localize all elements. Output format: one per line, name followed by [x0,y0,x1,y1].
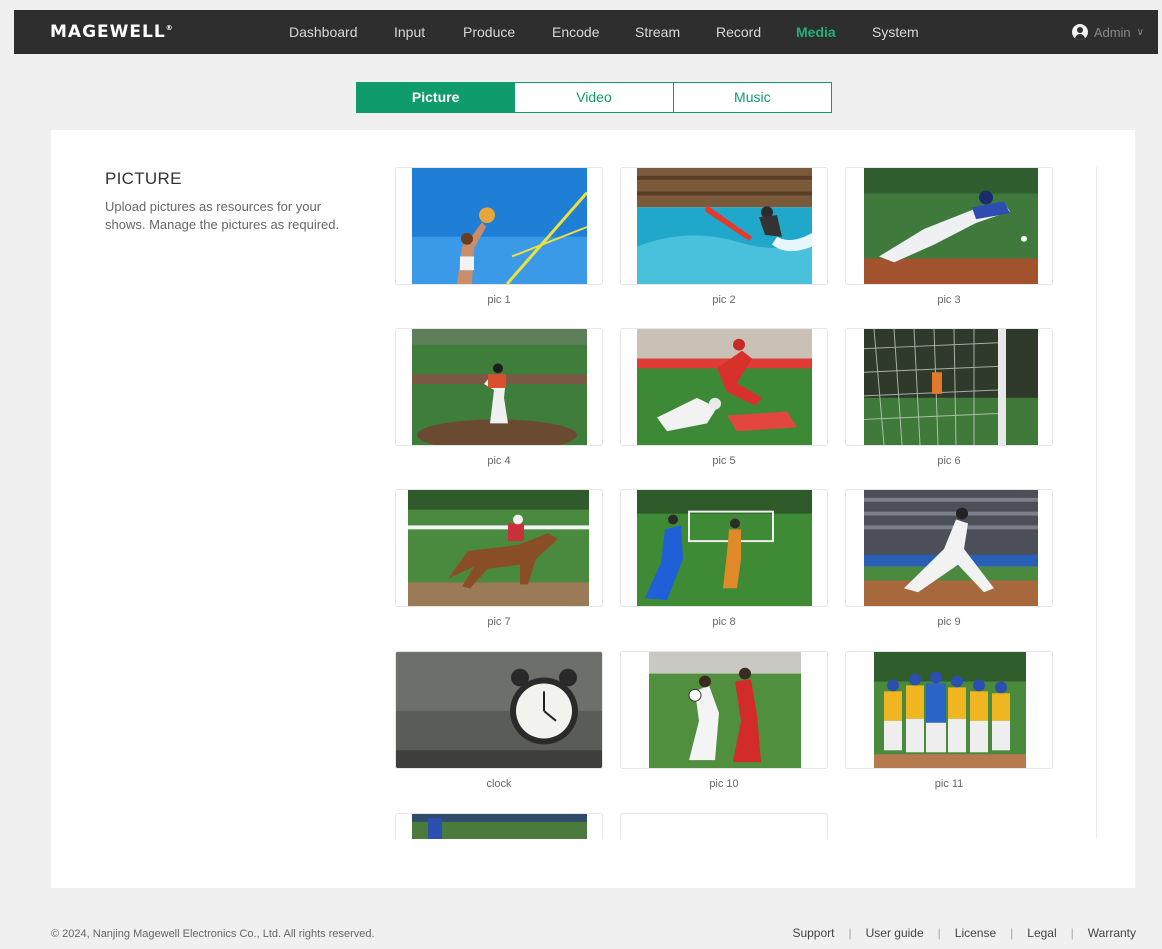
picture-tile[interactable] [620,328,828,446]
chevron-down-icon: ∨ [1136,26,1144,38]
picture-tile[interactable] [845,167,1053,285]
football-tackle-image [637,329,812,445]
legal-link[interactable]: Legal [1027,926,1056,940]
alarm-clock-image [396,652,602,768]
baseball-dive-image [864,168,1038,284]
user-name: Admin [1093,24,1131,40]
picture-caption: pic 3 [937,294,961,306]
picture-tile[interactable] [845,328,1053,446]
partial-image [412,814,587,839]
picture-tile[interactable] [620,489,828,607]
nav-produce[interactable]: Produce [463,10,515,54]
picture-tile[interactable] [395,489,603,607]
surfing-image [637,168,812,284]
footer-separator: | [848,926,852,940]
section-title: PICTURE [105,169,182,188]
user-icon [1071,24,1088,40]
nav-dashboard[interactable]: Dashboard [289,10,358,54]
tab-video[interactable]: Video [515,83,674,112]
user-menu[interactable]: Admin ∨ [1071,10,1144,54]
picture-tile[interactable] [395,813,603,839]
picture-caption: pic 6 [937,455,961,467]
user-guide-link[interactable]: User guide [866,926,924,940]
picture-caption: clock [486,778,512,790]
picture-tile[interactable] [845,651,1053,769]
nav-system[interactable]: System [872,10,919,54]
picture-tile[interactable] [845,489,1053,607]
footer-separator: | [1070,926,1074,940]
picture-caption: pic 4 [487,455,511,467]
picture-grid[interactable]: pic 1 pic 2 pic 3 pic 4 pic 5 pic 6 pic … [395,167,1095,839]
picture-caption: pic 11 [934,778,964,790]
nav-encode[interactable]: Encode [552,10,599,54]
picture-tile[interactable] [620,651,828,769]
section-description: Upload pictures as resources for your sh… [105,199,340,232]
tab-music[interactable]: Music [673,83,831,112]
tab-picture[interactable]: Picture [357,83,516,112]
picture-panel: PICTURE Upload pictures as resources for… [51,130,1135,888]
license-link[interactable]: License [955,926,996,940]
soccer-match-image [637,490,812,606]
footer-separator: | [1010,926,1014,940]
picture-caption: pic 5 [712,455,736,467]
horse-race-image [408,490,589,606]
scrollbar[interactable] [1096,167,1097,839]
volleyball-image [412,168,587,284]
picture-caption: pic 1 [487,294,511,306]
picture-caption: pic 8 [712,616,736,628]
nav-input[interactable]: Input [394,10,425,54]
picture-caption: pic 9 [937,616,961,628]
nav-stream[interactable]: Stream [635,10,680,54]
main-nav: Dashboard Input Produce Encode Stream Re… [14,10,1158,54]
nav-record[interactable]: Record [716,10,761,54]
picture-tile[interactable] [395,328,603,446]
soccer-goal-net-image [864,329,1038,445]
picture-caption: pic 7 [487,616,511,628]
baseball-pitch-stadium-image [864,490,1038,606]
media-type-tabs: Picture Video Music [356,82,832,113]
picture-tile[interactable] [395,167,603,285]
soccer-duel-image [649,652,801,768]
baseball-pitcher-image [412,329,587,445]
warranty-link[interactable]: Warranty [1088,926,1136,940]
footer-links: Support | User guide | License | Legal |… [792,926,1136,940]
picture-tile[interactable] [620,167,828,285]
picture-tile-empty[interactable] [620,813,828,839]
footer-separator: | [937,926,941,940]
nav-media[interactable]: Media [796,10,836,54]
support-link[interactable]: Support [792,926,834,940]
picture-caption: pic 2 [712,294,736,306]
baseball-team-image [874,652,1026,768]
picture-caption: pic 10 [709,778,739,790]
picture-tile[interactable] [395,651,603,769]
copyright-text: © 2024, Nanjing Magewell Electronics Co.… [51,928,375,940]
top-nav-bar: MAGEWELL® Dashboard Input Produce Encode… [14,10,1158,54]
